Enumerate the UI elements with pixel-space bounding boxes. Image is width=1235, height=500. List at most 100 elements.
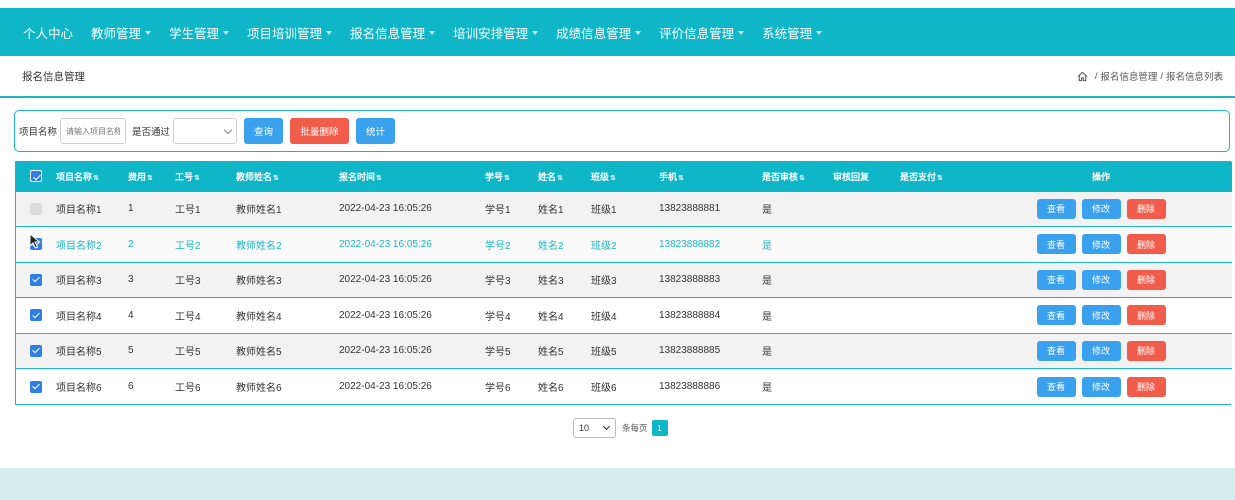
column-header-name[interactable]: 姓名⇅ — [538, 162, 591, 191]
sort-icon[interactable]: ⇅ — [937, 175, 943, 182]
row-actions-cell: 查看 修改 删除 — [970, 333, 1232, 369]
delete-button[interactable]: 删除 — [1126, 340, 1166, 361]
row-checkbox[interactable] — [30, 344, 42, 357]
view-button[interactable]: 查看 — [1036, 269, 1076, 290]
sort-icon[interactable]: ⇅ — [557, 175, 563, 182]
nav-item[interactable]: 教师管理 — [91, 23, 152, 42]
home-icon[interactable] — [1077, 71, 1088, 82]
column-header-phone[interactable]: 手机⇅ — [659, 162, 762, 191]
cell-reviewed: 是 — [762, 311, 772, 323]
row-checkbox[interactable] — [30, 202, 42, 215]
sort-icon[interactable]: ⇅ — [376, 175, 382, 182]
table-row[interactable]: 项目名称4 4 工号4 教师姓名4 2022-04-23 16:05:26 学号4 姓名4 班… — [16, 297, 1232, 334]
edit-button[interactable]: 修改 — [1081, 305, 1121, 326]
cell-paid — [900, 191, 970, 227]
project-name-label: 项目名称 — [19, 127, 58, 138]
delete-button[interactable]: 删除 — [1126, 305, 1166, 326]
cell-phone: 13823888881 — [659, 203, 721, 215]
cell-signup-time: 2022-04-23 16:05:26 — [339, 238, 432, 250]
nav-item[interactable]: 报名信息管理 — [350, 23, 436, 42]
nav-item-label: 报名信息管理 — [350, 26, 426, 41]
view-button[interactable]: 查看 — [1036, 376, 1076, 397]
sort-icon[interactable]: ⇅ — [147, 175, 153, 182]
edit-button[interactable]: 修改 — [1081, 376, 1121, 397]
column-header-fee[interactable]: 费用⇅ — [128, 162, 175, 191]
cell-class: 班级1 — [591, 205, 617, 217]
nav-item[interactable]: 培训安排管理 — [453, 23, 539, 42]
delete-button[interactable]: 删除 — [1126, 376, 1166, 397]
table-row[interactable]: 项目名称2 2 工号2 教师姓名2 2022-04-23 16:05:26 学号2 姓名2 班… — [16, 226, 1232, 262]
nav-item[interactable]: 学生管理 — [169, 23, 230, 42]
row-actions-cell: 查看 修改 删除 — [970, 298, 1232, 334]
nav-item[interactable]: 评价信息管理 — [659, 23, 745, 42]
page-title: 报名信息管理 — [22, 70, 85, 83]
cell-class: 班级6 — [591, 383, 617, 394]
column-header-paid[interactable]: 是否支付⇅ — [900, 162, 970, 191]
column-header-reviewed[interactable]: 是否审核⇅ — [762, 162, 833, 191]
table-row[interactable]: 项目名称3 3 工号3 教师姓名3 2022-04-23 16:05:26 学号3 姓名3 班… — [16, 262, 1232, 298]
nav-item[interactable]: 系统管理 — [762, 23, 823, 42]
cell-signup-time: 2022-04-23 16:05:26 — [339, 345, 432, 357]
view-button[interactable]: 查看 — [1036, 198, 1076, 219]
sort-icon[interactable]: ⇅ — [273, 175, 279, 182]
column-header-student-id[interactable]: 学号⇅ — [485, 162, 538, 191]
nav-item[interactable]: 个人中心 — [23, 23, 73, 42]
row-checkbox[interactable] — [30, 380, 42, 393]
cell-name: 姓名3 — [538, 276, 564, 288]
sort-icon[interactable]: ⇅ — [678, 175, 684, 182]
view-button[interactable]: 查看 — [1036, 305, 1076, 326]
column-header-label: 是否审核 — [762, 171, 799, 182]
edit-button[interactable]: 修改 — [1081, 269, 1121, 290]
column-header-project-name[interactable]: 项目名称⇅ — [56, 162, 128, 191]
column-header-signup-time[interactable]: 报名时间⇅ — [339, 162, 485, 191]
batch-delete-button[interactable]: 批量删除 — [290, 118, 350, 144]
select-all-checkbox[interactable] — [30, 170, 42, 183]
mouse-cursor-icon — [29, 233, 41, 249]
cell-teacher-name: 教师姓名6 — [236, 383, 282, 394]
sort-icon[interactable]: ⇅ — [799, 175, 805, 182]
cell-teacher-name: 教师姓名1 — [236, 205, 282, 217]
column-header-class[interactable]: 班级⇅ — [591, 162, 659, 191]
cell-student-id: 学号6 — [485, 383, 511, 394]
column-header-employee-id[interactable]: 工号⇅ — [175, 162, 236, 191]
query-button[interactable]: 查询 — [244, 118, 284, 144]
breadcrumb-item-management[interactable]: 报名信息管理 — [1100, 69, 1157, 83]
cell-employee-id: 工号5 — [175, 347, 201, 359]
stats-button[interactable]: 统计 — [356, 118, 396, 144]
nav-item[interactable]: 成绩信息管理 — [556, 23, 642, 42]
edit-button[interactable]: 修改 — [1081, 198, 1121, 219]
column-header-teacher-name[interactable]: 教师姓名⇅ — [236, 162, 339, 191]
table-row[interactable]: 项目名称1 1 工号1 教师姓名1 2022-04-23 16:05:26 学号1 姓名1 班… — [16, 191, 1232, 227]
row-checkbox[interactable] — [30, 273, 42, 286]
view-button[interactable]: 查看 — [1036, 234, 1076, 255]
delete-button[interactable]: 删除 — [1126, 198, 1166, 219]
delete-button[interactable]: 删除 — [1126, 269, 1166, 290]
cell-reviewed: 是 — [762, 276, 772, 288]
project-name-input[interactable] — [60, 118, 127, 144]
column-header-label: 班级 — [591, 171, 610, 182]
page-size-label: 条每页 — [622, 423, 648, 433]
row-checkbox[interactable] — [30, 309, 42, 322]
edit-button[interactable]: 修改 — [1081, 234, 1121, 255]
nav-item[interactable]: 项目培训管理 — [247, 23, 333, 42]
sort-icon[interactable]: ⇅ — [504, 175, 510, 182]
page-number-button[interactable]: 1 — [651, 420, 668, 436]
nav-item-label: 系统管理 — [762, 26, 813, 41]
sort-icon[interactable]: ⇅ — [194, 175, 200, 182]
delete-button[interactable]: 删除 — [1126, 234, 1166, 255]
view-button[interactable]: 查看 — [1036, 340, 1076, 361]
sort-icon[interactable]: ⇅ — [93, 175, 99, 182]
nav-item-label: 培训安排管理 — [453, 26, 529, 41]
cell-employee-id: 工号6 — [175, 383, 201, 394]
edit-button[interactable]: 修改 — [1081, 340, 1121, 361]
page-size-select[interactable]: 10 — [573, 418, 616, 438]
table-row[interactable]: 项目名称6 6 工号6 教师姓名6 2022-04-23 16:05:26 学号6 姓名6 班… — [16, 368, 1232, 405]
row-select-cell — [16, 333, 56, 369]
row-select-cell — [16, 369, 56, 405]
sort-icon[interactable]: ⇅ — [610, 175, 616, 182]
passed-select[interactable] — [173, 118, 238, 144]
cell-reviewed: 是 — [762, 205, 772, 217]
cell-student-id: 学号4 — [485, 311, 511, 323]
cell-project-name: 项目名称3 — [56, 276, 102, 288]
table-row[interactable]: 项目名称5 5 工号5 教师姓名5 2022-04-23 16:05:26 学号5 姓名5 班… — [16, 333, 1232, 369]
